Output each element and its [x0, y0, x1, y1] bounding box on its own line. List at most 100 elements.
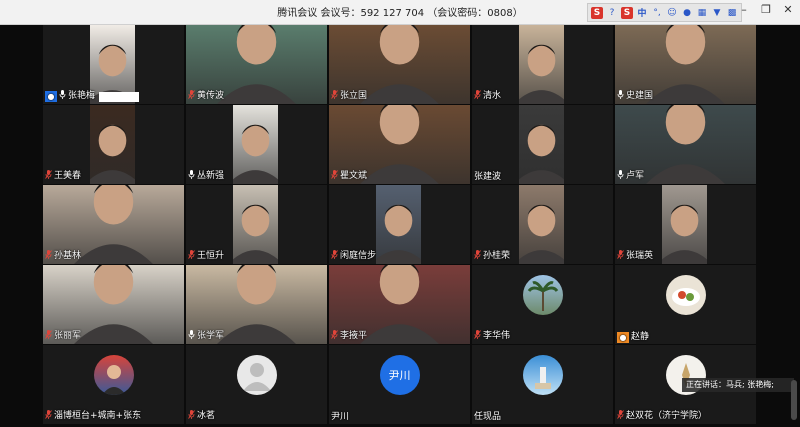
participant-name: 李掖平 [340, 331, 368, 341]
user-badge-icon: ● [617, 332, 629, 343]
participant-name-label: 任现品 [474, 412, 501, 423]
participant-name-label: 张立国 [331, 90, 367, 103]
participant-tile[interactable]: 任现品 [472, 345, 613, 424]
participant-name-label: 清水 [474, 90, 501, 103]
mic-icon [188, 170, 195, 183]
participant-name: 张学军 [197, 331, 225, 341]
participant-tile[interactable]: 黄传波 [186, 25, 327, 104]
input-method-tray[interactable]: S ? S 中 °, ☺ ● ▦ ▼ ▩ [587, 3, 742, 22]
participant-video [519, 185, 564, 264]
skin-shirt-icon[interactable]: ▼ [711, 7, 723, 19]
participant-tile[interactable]: 张瑞英 [615, 185, 756, 264]
participant-name-label: 李华伟 [474, 330, 510, 343]
participant-name: 黄传波 [197, 91, 225, 101]
participant-name-label: 赵双花（济宁学院） [617, 410, 707, 423]
participant-name-label: 黄传波 [188, 90, 224, 103]
help-icon[interactable]: ? [606, 7, 618, 19]
mic-muted-icon [474, 250, 481, 263]
participant-name-label: ● 赵静 [617, 332, 649, 343]
participant-silhouette [519, 124, 564, 184]
mic-muted-icon [474, 330, 481, 343]
participant-name-label: 张丽军 [45, 330, 81, 343]
participant-avatar [665, 275, 706, 315]
participant-tile[interactable]: 张建波 [472, 105, 613, 184]
participant-name-label: 闲庭信步 [331, 250, 376, 263]
participant-tile[interactable]: ● 张艳梅 [43, 25, 184, 104]
participant-name-label: ● 张艳梅 [45, 90, 140, 103]
participant-name: 张艳梅 [68, 91, 96, 101]
minimize-icon[interactable]: – [738, 3, 750, 16]
mic-muted-icon [188, 250, 195, 263]
participant-tile[interactable]: 张立国 [329, 25, 470, 104]
speaking-indicator: 正在讲话：马兵; 张艳梅; [682, 378, 794, 392]
participant-name-label: 史建国 [617, 90, 653, 103]
participant-name: 冰茗 [197, 411, 216, 421]
participant-avatar [522, 275, 563, 315]
participant-silhouette [662, 204, 707, 264]
participant-tile[interactable]: 淄博桓台+城南+张东 [43, 345, 184, 424]
participant-name: 王恒升 [197, 251, 225, 261]
mic-muted-icon [474, 90, 481, 103]
chinese-mode-icon[interactable]: 中 [636, 7, 648, 19]
participant-tile[interactable]: 王美春 [43, 105, 184, 184]
participant-name: 张立国 [340, 91, 368, 101]
participant-name: 张瑞英 [626, 251, 654, 261]
participant-avatar [93, 355, 134, 395]
participant-name: 任现品 [474, 412, 502, 422]
participant-name-label: 冰茗 [188, 410, 215, 423]
participant-name-label: 张建波 [474, 172, 501, 183]
participant-name-label: 孙基林 [45, 250, 81, 263]
grid-apps-icon[interactable]: ▩ [726, 7, 738, 19]
mic-muted-icon [331, 330, 338, 343]
participant-tile[interactable]: 张学军 [186, 265, 327, 344]
person-photo-icon [101, 365, 126, 395]
participant-tile[interactable]: 瞿文斌 [329, 105, 470, 184]
participant-tile[interactable]: 张丽军 [43, 265, 184, 344]
participant-name: 史建国 [626, 91, 654, 101]
participant-tile[interactable]: 冰茗 [186, 345, 327, 424]
sogou-input-icon[interactable]: S [591, 6, 603, 19]
keyboard-icon[interactable]: ▦ [696, 7, 708, 19]
participant-tile[interactable]: 孙基林 [43, 185, 184, 264]
participant-tile[interactable]: 丛新强 [186, 105, 327, 184]
mic-muted-icon [188, 410, 195, 423]
participant-name: 丛新强 [197, 171, 225, 181]
palm-tree-icon [527, 281, 558, 311]
participant-name: 清水 [483, 91, 502, 101]
microphone-icon[interactable]: ● [681, 7, 693, 19]
participant-tile[interactable]: 闲庭信步 [329, 185, 470, 264]
food-plate-icon [671, 288, 700, 306]
participant-name: 闲庭信步 [340, 251, 377, 261]
participant-tile[interactable]: 王恒升 [186, 185, 327, 264]
participant-video [662, 185, 707, 264]
punctuation-icon[interactable]: °, [651, 7, 663, 19]
statue-icon [534, 367, 551, 389]
participant-name: 张建波 [474, 172, 502, 182]
participant-tile[interactable]: 卢军 [615, 105, 756, 184]
sogou-s-icon[interactable]: S [621, 6, 633, 19]
participant-tile[interactable]: 李掖平 [329, 265, 470, 344]
restore-icon[interactable]: ❐ [760, 3, 772, 16]
mic-muted-icon [45, 170, 52, 183]
speaking-indicator-handle[interactable] [791, 380, 797, 420]
participant-name: 孙桂荣 [483, 251, 511, 261]
participant-tile[interactable]: ● 赵静 [615, 265, 756, 344]
participant-name-label: 张瑞英 [617, 250, 653, 263]
participant-tile[interactable]: 尹川 尹川 [329, 345, 470, 424]
participant-avatar [236, 355, 277, 395]
participant-silhouette [519, 204, 564, 264]
name-label-highlight [99, 91, 140, 102]
emoji-icon[interactable]: ☺ [666, 7, 678, 19]
mic-icon [617, 90, 624, 103]
participant-tile[interactable]: 史建国 [615, 25, 756, 104]
participant-name-label: 尹川 [331, 412, 349, 423]
close-icon[interactable]: ✕ [782, 3, 794, 16]
participant-name: 张丽军 [54, 331, 82, 341]
participant-tile[interactable]: 李华伟 [472, 265, 613, 344]
participant-tile[interactable]: 孙桂荣 [472, 185, 613, 264]
participant-name: 孙基林 [54, 251, 82, 261]
participant-name: 尹川 [331, 412, 350, 422]
mic-muted-icon [331, 250, 338, 263]
participant-tile[interactable]: 清水 [472, 25, 613, 104]
mic-muted-icon [331, 170, 338, 183]
